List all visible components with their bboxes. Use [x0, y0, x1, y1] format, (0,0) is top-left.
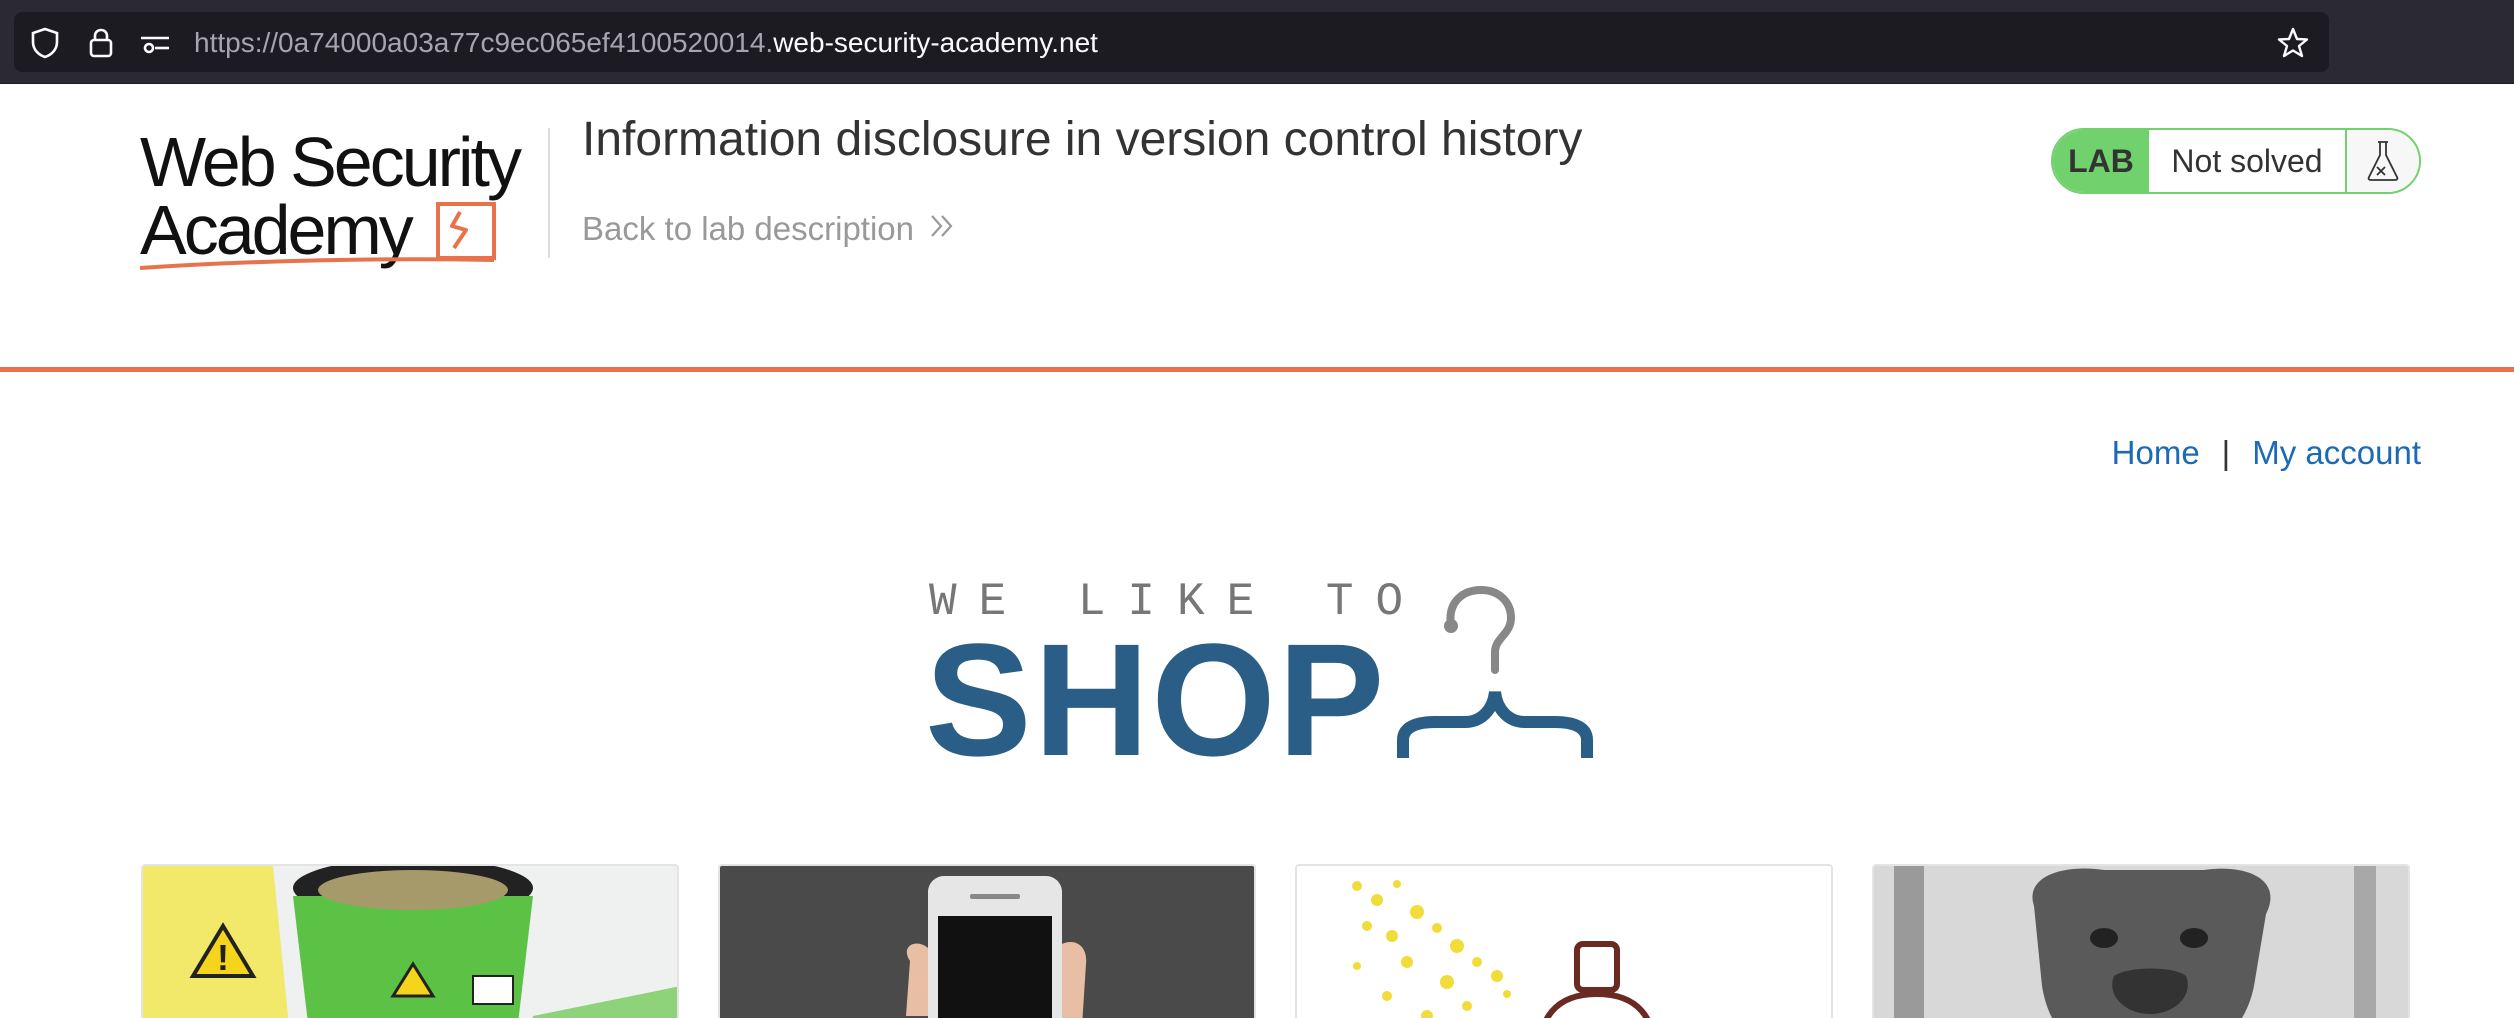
- shop-banner: WE LIKE TO SHOP: [925, 570, 1635, 780]
- logo-divider: [548, 128, 550, 258]
- lab-status-text: Not solved: [2149, 130, 2347, 192]
- back-to-lab-description-link[interactable]: Back to lab description: [582, 210, 956, 248]
- back-link-label: Back to lab description: [582, 210, 915, 247]
- url-text[interactable]: https://0a74000a03a77c9ec065ef4100520014…: [194, 28, 1098, 58]
- product-card[interactable]: [718, 864, 1256, 1018]
- product-card[interactable]: [1872, 864, 2410, 1018]
- smartphone-hand-image: [720, 866, 1254, 1018]
- address-bar[interactable]: https://0a74000a03a77c9ec065ef4100520014…: [14, 12, 2329, 72]
- svg-text:Web Security: Web Security: [140, 126, 522, 201]
- svg-text:Academy: Academy: [140, 191, 414, 269]
- bulldog-photo-image: [1874, 866, 2408, 1018]
- bookmark-star-icon[interactable]: [2276, 26, 2310, 60]
- lock-icon[interactable]: [84, 26, 118, 60]
- shop-title: SHOP: [925, 610, 1387, 789]
- product-grid: !: [141, 864, 2411, 1018]
- hanger-icon: [1395, 580, 1635, 760]
- site-nav: Home | My account: [2112, 434, 2421, 472]
- lab-title: Information disclosure in version contro…: [582, 113, 1583, 166]
- site-settings-icon[interactable]: [138, 26, 172, 60]
- shield-icon[interactable]: [28, 26, 62, 60]
- lab-badge: LAB: [2053, 130, 2149, 192]
- hazard-bucket-image: !: [143, 866, 677, 1018]
- double-chevron-right-icon: [928, 210, 956, 248]
- lab-header: Web Security Academy Information disclos…: [0, 84, 2514, 372]
- lab-status-widget: LAB Not solved: [2051, 128, 2421, 194]
- web-security-academy-logo[interactable]: Web Security Academy: [139, 123, 550, 276]
- flask-icon: [2347, 130, 2419, 192]
- product-card[interactable]: [1295, 864, 1833, 1018]
- svg-text:!: !: [217, 937, 229, 978]
- product-card[interactable]: !: [141, 864, 679, 1018]
- home-link[interactable]: Home: [2112, 434, 2200, 472]
- perfume-spray-image: [1297, 866, 1831, 1018]
- url-domain: web-security-academy.net: [773, 27, 1098, 58]
- nav-separator: |: [2221, 434, 2231, 471]
- my-account-link[interactable]: My account: [2252, 434, 2421, 472]
- browser-toolbar: https://0a74000a03a77c9ec065ef4100520014…: [0, 0, 2514, 84]
- url-prefix: https://0a74000a03a77c9ec065ef4100520014…: [194, 27, 774, 58]
